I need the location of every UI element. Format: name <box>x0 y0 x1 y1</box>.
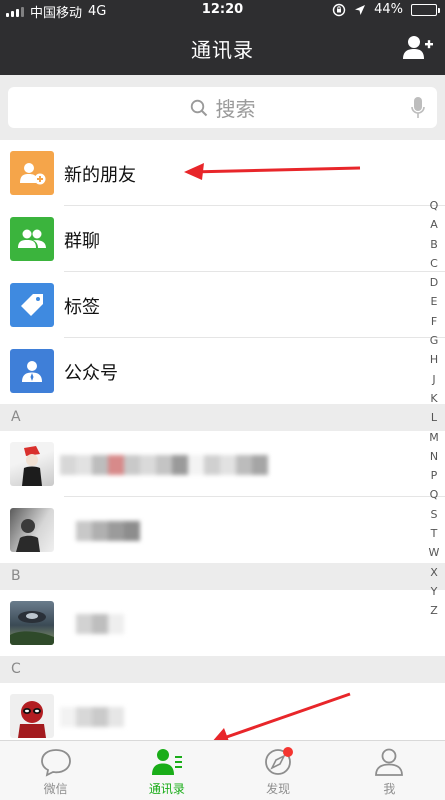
avatar <box>10 601 54 645</box>
tab-discover[interactable]: 发现 <box>223 741 334 800</box>
tags-item[interactable]: 标签 <box>0 272 445 338</box>
contact-name-obscured <box>60 521 140 541</box>
avatar <box>10 442 54 486</box>
index-letter[interactable]: Z <box>430 601 438 620</box>
index-letter[interactable]: E <box>431 292 438 311</box>
tab-chats-label: 微信 <box>43 782 68 796</box>
chat-bubble-icon <box>40 749 71 777</box>
contacts-icon <box>151 749 182 775</box>
status-bar: 中国移动 4G 12:20 44% <box>0 0 445 21</box>
index-letter[interactable]: G <box>430 331 439 350</box>
index-letter[interactable]: L <box>431 408 437 427</box>
tab-me-label: 我 <box>383 782 396 796</box>
index-letter[interactable]: C <box>430 254 438 273</box>
official-accounts-item[interactable]: 公众号 <box>0 338 445 404</box>
section-header-a: A <box>0 404 445 431</box>
index-letter[interactable]: S <box>431 505 438 524</box>
contact-name-obscured <box>60 614 124 634</box>
tab-me[interactable]: 我 <box>334 741 445 800</box>
contact-row[interactable] <box>0 683 445 740</box>
avatar <box>10 694 54 738</box>
new-friends-item[interactable]: 新的朋友 <box>0 140 445 206</box>
index-letter[interactable]: T <box>431 524 438 543</box>
index-letter[interactable]: P <box>431 466 438 485</box>
index-letter[interactable]: W <box>429 543 440 562</box>
index-letter[interactable]: F <box>431 312 437 331</box>
group-chat-icon <box>10 217 54 261</box>
search-area: 搜索 <box>0 75 445 140</box>
search-placeholder: 搜索 <box>215 97 256 121</box>
battery-percent: 44% <box>374 2 403 17</box>
location-icon <box>355 4 366 15</box>
index-letter[interactable]: H <box>430 350 438 369</box>
microphone-icon[interactable] <box>411 97 425 119</box>
contact-list[interactable]: 新的朋友 群聊 标签 公众号 A B C <box>0 140 445 740</box>
alphabet-index[interactable]: QABCDEFGHJKLMNPQSTWXYZ <box>426 196 442 621</box>
section-header-b: B <box>0 563 445 590</box>
official-account-icon <box>10 349 54 393</box>
index-letter[interactable]: N <box>430 447 438 466</box>
index-letter[interactable]: Q <box>430 485 439 504</box>
section-header-c: C <box>0 656 445 683</box>
rotation-lock-icon <box>332 3 346 16</box>
group-chats-item[interactable]: 群聊 <box>0 206 445 272</box>
index-letter[interactable]: D <box>430 273 438 292</box>
page-title: 通讯录 <box>191 38 254 62</box>
battery-icon <box>411 3 440 16</box>
contact-name-obscured <box>60 707 124 727</box>
contact-row[interactable] <box>0 431 445 497</box>
top-bar: 中国移动 4G 12:20 44% 通讯录 <box>0 0 445 75</box>
new-friend-icon <box>10 151 54 195</box>
tags-label: 标签 <box>64 297 100 318</box>
contact-row[interactable] <box>0 590 445 656</box>
index-letter[interactable]: Y <box>431 582 438 601</box>
index-letter[interactable]: X <box>430 563 438 582</box>
index-letter[interactable]: A <box>430 215 438 234</box>
official-accounts-label: 公众号 <box>64 363 118 384</box>
index-letter[interactable]: B <box>430 235 438 254</box>
contact-name-obscured <box>60 455 268 475</box>
add-contact-icon[interactable] <box>403 34 433 60</box>
tab-contacts-label: 通讯录 <box>148 782 185 796</box>
index-search-icon[interactable]: Q <box>430 196 439 215</box>
notification-badge <box>282 747 293 757</box>
index-letter[interactable]: M <box>429 428 439 447</box>
person-icon <box>375 748 404 776</box>
tab-bar: 微信 通讯录 发现 我 <box>0 740 445 800</box>
index-letter[interactable]: K <box>430 389 437 408</box>
avatar <box>10 508 54 552</box>
tag-icon <box>10 283 54 327</box>
new-friends-label: 新的朋友 <box>64 165 136 186</box>
tab-contacts[interactable]: 通讯录 <box>111 741 222 800</box>
search-icon <box>190 99 207 116</box>
tab-chats[interactable]: 微信 <box>0 741 111 800</box>
index-letter[interactable]: J <box>432 370 435 389</box>
contact-row[interactable] <box>0 497 445 563</box>
tab-discover-label: 发现 <box>266 782 291 796</box>
group-chats-label: 群聊 <box>64 231 100 252</box>
search-input[interactable]: 搜索 <box>8 87 437 128</box>
